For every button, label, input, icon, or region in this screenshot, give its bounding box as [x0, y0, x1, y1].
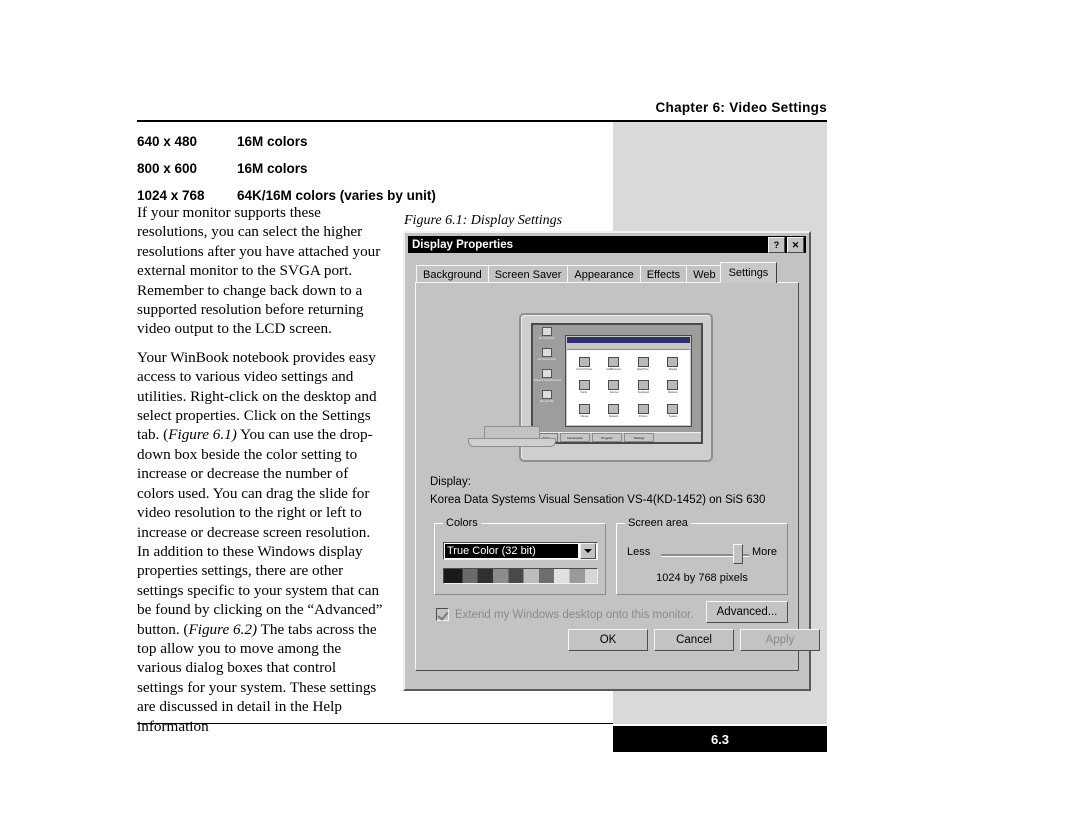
resolution-value: 800 x 600 [137, 161, 198, 176]
resolution-value: 1024 x 768 [137, 188, 205, 203]
folder-icon: Modems [659, 376, 688, 398]
display-device-value: Korea Data Systems Visual Sensation VS-4… [430, 494, 766, 506]
body-paragraph-1: If your monitor supports these resolutio… [137, 204, 381, 338]
colors-group-title: Colors [443, 517, 481, 529]
folder-icon: Network [600, 400, 629, 422]
color-gradient-bar [443, 568, 598, 584]
monitor-screen: My Computer My Documents Network Neighbo… [531, 323, 703, 444]
preview-window-content: Control Panel Add/Remove Date/Time Displ… [567, 350, 690, 425]
page-number-badge: 6.3 [613, 726, 827, 752]
chapter-title: Chapter 6: Video Settings [655, 100, 827, 115]
preview-taskbar: Start Documents Program Settings [533, 432, 701, 442]
taskbar-item: Program [592, 433, 622, 442]
tab-screen-saver[interactable]: Screen Saver [487, 265, 569, 283]
screen-area-group: Screen area Less More 1024 by 768 pixels [616, 517, 788, 595]
folder-icon: System [659, 400, 688, 422]
slider-less-label: Less [627, 546, 651, 558]
screen-area-group-title: Screen area [625, 517, 691, 529]
tab-effects[interactable]: Effects [639, 265, 688, 283]
body-text-column: If your monitor supports these resolutio… [137, 203, 385, 745]
dialog-titlebar[interactable]: Display Properties ? ✕ [408, 236, 806, 253]
tab-settings[interactable]: Settings [719, 262, 778, 283]
extend-desktop-checkbox[interactable] [436, 608, 449, 621]
table-row: 640 x 480 16M colors [137, 134, 597, 149]
colors-selected-value: True Color (32 bit) [445, 544, 578, 558]
cancel-button-label: Cancel [676, 634, 712, 646]
folder-icon: Printers [629, 400, 658, 422]
folder-icon: Internet [600, 376, 629, 398]
network-neighborhood-icon: Network Neighborhood [533, 369, 561, 386]
dialog-title: Display Properties [412, 238, 513, 251]
chevron-down-icon[interactable] [580, 543, 596, 559]
display-properties-dialog: Display Properties ? ✕ Background Screen… [403, 231, 820, 691]
document-page: Chapter 6: Video Settings 640 x 480 16M … [0, 0, 1080, 834]
resolution-value-label: 1024 by 768 pixels [656, 572, 748, 584]
preview-window-titlebar [567, 337, 690, 343]
dialog-tabstrip: Background Screen Saver Appearance Effec… [416, 262, 778, 283]
cancel-button[interactable]: Cancel [654, 629, 734, 651]
tab-web[interactable]: Web [686, 265, 723, 283]
paragraph2-part2: You can use the drop-down box beside the… [137, 426, 383, 638]
extend-desktop-label: Extend my Windows desktop onto this moni… [455, 608, 694, 621]
ok-button-label: OK [599, 634, 617, 646]
my-documents-icon: My Documents [535, 348, 559, 365]
tab-background[interactable]: Background [416, 265, 489, 283]
extend-desktop-row[interactable]: Extend my Windows desktop onto this moni… [436, 608, 693, 621]
desktop-icons: My Computer My Documents Network Neighbo… [533, 327, 561, 407]
figure-caption: Figure 6.1: Display Settings [404, 213, 563, 228]
advanced-button-label: Advanced... [716, 606, 778, 618]
tab-appearance[interactable]: Appearance [567, 265, 641, 283]
taskbar-item: Documents [560, 433, 590, 442]
resolution-slider-thumb[interactable] [733, 544, 743, 564]
close-icon[interactable]: ✕ [787, 237, 804, 253]
titlebar-buttons: ? ✕ [768, 237, 804, 253]
help-icon[interactable]: ? [768, 237, 785, 253]
advanced-button[interactable]: Advanced... [706, 601, 788, 623]
slider-more-label: More [751, 546, 777, 558]
folder-icon: Keyboard [629, 376, 658, 398]
colors-value: 64K/16M colors (varies by unit) [237, 188, 436, 203]
recycle-bin-icon: Recycle Bin [535, 390, 559, 407]
colors-combobox[interactable]: True Color (32 bit) [443, 542, 598, 560]
my-computer-icon: My Computer [535, 327, 559, 344]
resolution-value: 640 x 480 [137, 134, 198, 149]
footer-divider [137, 723, 613, 724]
apply-button[interactable]: Apply [740, 629, 820, 651]
folder-icon: Mouse [570, 400, 599, 422]
apply-button-label: Apply [765, 634, 795, 646]
folder-icon: Control Panel [570, 353, 599, 375]
colors-value: 16M colors [237, 161, 308, 176]
figure-reference-2: Figure 6.2) [188, 620, 258, 638]
body-paragraph-2: Your WinBook notebook provides easy acce… [137, 348, 385, 736]
display-label: Display: [430, 476, 471, 488]
header-divider [137, 120, 827, 122]
settings-tab-panel: My Computer My Documents Network Neighbo… [415, 282, 799, 671]
folder-icon: Add/Remove [600, 353, 629, 375]
folder-icon: Fonts [570, 376, 599, 398]
monitor-base [468, 438, 556, 447]
folder-icon: Display [659, 353, 688, 375]
preview-inner-window: Control Panel Add/Remove Date/Time Displ… [565, 335, 692, 427]
taskbar-item: Settings [624, 433, 654, 442]
colors-value: 16M colors [237, 134, 308, 149]
figure-reference-1: Figure 6.1) [168, 426, 237, 444]
table-row: 800 x 600 16M colors [137, 161, 597, 176]
folder-icon: Date/Time [629, 353, 658, 375]
ok-button[interactable]: OK [568, 629, 648, 651]
colors-group: Colors True Color (32 bit) [434, 517, 606, 595]
table-row: 1024 x 768 64K/16M colors (varies by uni… [137, 188, 597, 203]
